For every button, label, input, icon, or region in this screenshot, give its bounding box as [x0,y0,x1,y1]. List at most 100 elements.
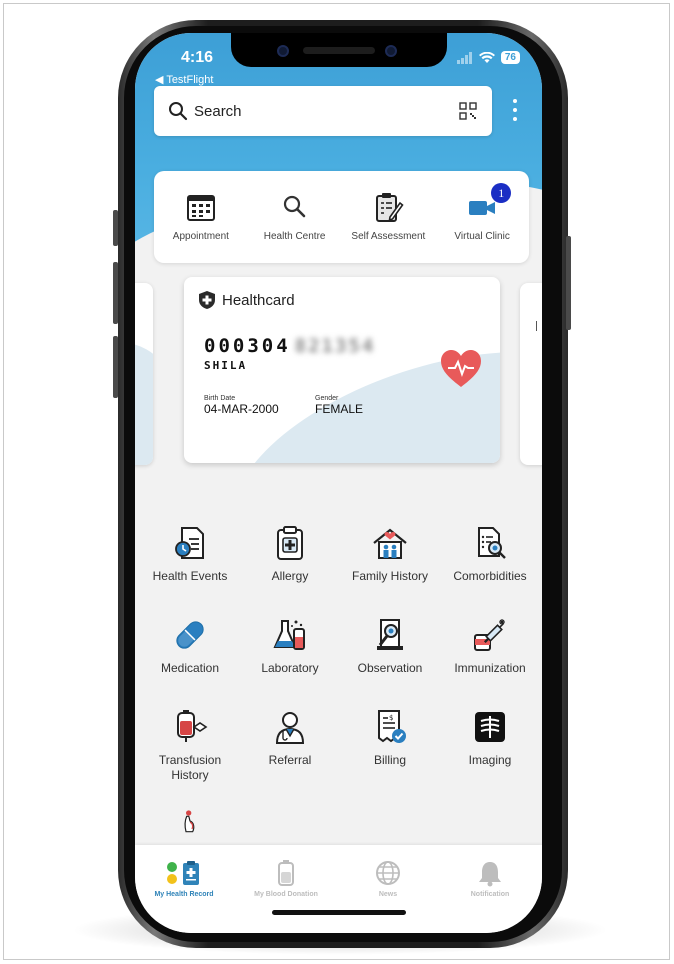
battery-indicator: 76 [500,51,520,64]
menu-item-health-events[interactable]: Health Events [140,525,240,584]
menu-item-allergy[interactable]: Allergy [240,525,340,584]
mute-switch [113,210,118,246]
app-screen: 4:16 ◀ TestFlight 76 Search Appointment … [135,33,542,933]
document-magnifier-icon [478,527,506,559]
quick-actions-card: Appointment Health Centre Self Assessmen… [154,171,529,263]
gender-field: Gender FEMALE [315,395,363,416]
menu-item-label: Referral [268,753,312,767]
card-holder-name: SHILA [204,359,248,372]
sensor-icon [385,45,397,57]
birth-date-field: Birth Date 04-MAR-2000 [204,395,279,416]
birth-date-label: Birth Date [204,395,236,402]
signal-icon [456,51,472,64]
svg-text:$: $ [389,714,393,722]
home-indicator[interactable] [272,910,406,915]
doctor-icon [275,712,305,744]
blood-bag-nav-icon [278,860,294,886]
menu-item-immunization[interactable]: Immunization [440,617,540,676]
menu-item-label: Comorbidities [453,569,527,583]
menu-item-medication[interactable]: Medication [140,617,240,676]
volume-down-button [113,336,118,398]
syringe-icon [474,619,505,651]
back-to-app-link[interactable]: ◀ TestFlight [155,73,213,86]
menu-item-label: Transfusion History [158,753,222,782]
menu-item-label: Health Events [152,569,228,583]
menu-item-label: Family History [351,569,428,583]
heart-pulse-icon [441,350,481,387]
capsule-icon [176,621,204,649]
menu-item-imaging[interactable]: Imaging [440,709,540,768]
family-house-icon [373,528,407,559]
lab-flask-icon [273,620,305,650]
quick-action-label: Health Centre [263,231,326,242]
menu-item-transfusion-history[interactable]: Transfusion History [140,709,240,783]
quick-action-health-centre[interactable]: Health Centre [248,171,342,263]
search-bar[interactable]: Search [154,86,492,136]
menu-item-laboratory[interactable]: Laboratory [240,617,340,676]
quick-action-virtual-clinic[interactable]: 1 Virtual Clinic [435,171,529,263]
menu-item-label: Allergy [271,569,309,583]
speaker-grille [303,47,375,54]
nav-news[interactable]: News [343,859,433,898]
wifi-icon [478,51,495,63]
nav-label: News [378,891,398,898]
quick-action-label: Appointment [172,231,229,242]
nav-my-blood-donation[interactable]: My Blood Donation [241,859,331,898]
bell-icon [479,862,501,887]
search-icon [169,102,188,121]
status-time: 4:16 [181,49,214,66]
blood-bag-icon [177,710,208,742]
medical-clipboard-icon [277,526,303,560]
menu-item-comorbidities[interactable]: Comorbidities [440,525,540,584]
quick-action-label: Self Assessment [351,231,426,242]
document-clock-icon [175,527,204,559]
menu-item-pregnancy[interactable] [140,809,240,841]
card-number-redacted: 821354 [294,335,376,357]
card-title: Healthcard [222,291,295,309]
search-input[interactable]: Search [194,103,458,120]
birth-date-value: 04-MAR-2000 [204,402,279,416]
quick-action-self-assessment[interactable]: Self Assessment [342,171,436,263]
observation-magnifier-icon [377,619,403,650]
nav-notification[interactable]: Notification [445,859,535,898]
globe-icon [376,861,400,885]
menu-item-observation[interactable]: Observation [340,617,440,676]
nav-my-health-record[interactable]: My Health Record [139,859,229,898]
bottom-navigation: My Health Record My Blood Donation News … [135,845,542,933]
previous-card-peek[interactable] [135,283,153,465]
menu-item-label: Billing [373,753,406,767]
calendar-icon [186,195,215,221]
nav-label: My Health Record [154,891,214,898]
power-button [566,236,571,330]
menu-item-family-history[interactable]: Family History [340,525,440,584]
menu-item-label: Immunization [454,661,526,675]
bill-check-icon: $ [378,710,406,743]
pregnancy-icon [184,810,195,833]
menu-item-billing[interactable]: $ Billing [340,709,440,768]
gender-label: Gender [315,395,339,402]
search-icon [283,195,305,218]
health-card[interactable]: Healthcard 000304 821354 SHILA Birth Dat… [184,277,500,463]
camera-icon [277,45,289,57]
clipboard-pen-icon [376,193,404,222]
quick-action-label: Virtual Clinic [454,231,510,242]
card-number: 000304 821354 [204,335,375,357]
menu-item-label: Observation [357,661,423,675]
menu-item-referral[interactable]: Referral [240,709,340,768]
menu-item-label: Medication [160,661,220,675]
qr-scan-icon[interactable] [458,101,478,121]
menu-item-label: Imaging [468,753,512,767]
shield-plus-icon [199,291,215,309]
status-indicators: 76 [456,51,520,64]
next-card-peek[interactable] [520,283,542,465]
nav-label: Notification [470,891,510,898]
xray-icon [475,712,505,742]
quick-action-appointment[interactable]: Appointment [154,171,248,263]
more-menu-icon[interactable] [512,99,518,121]
health-record-icon [167,861,199,885]
card-number-visible: 000304 [204,335,291,357]
gender-value: FEMALE [315,402,364,416]
menu-item-label: Laboratory [261,661,319,675]
volume-up-button [113,262,118,324]
nav-label: My Blood Donation [254,891,318,898]
